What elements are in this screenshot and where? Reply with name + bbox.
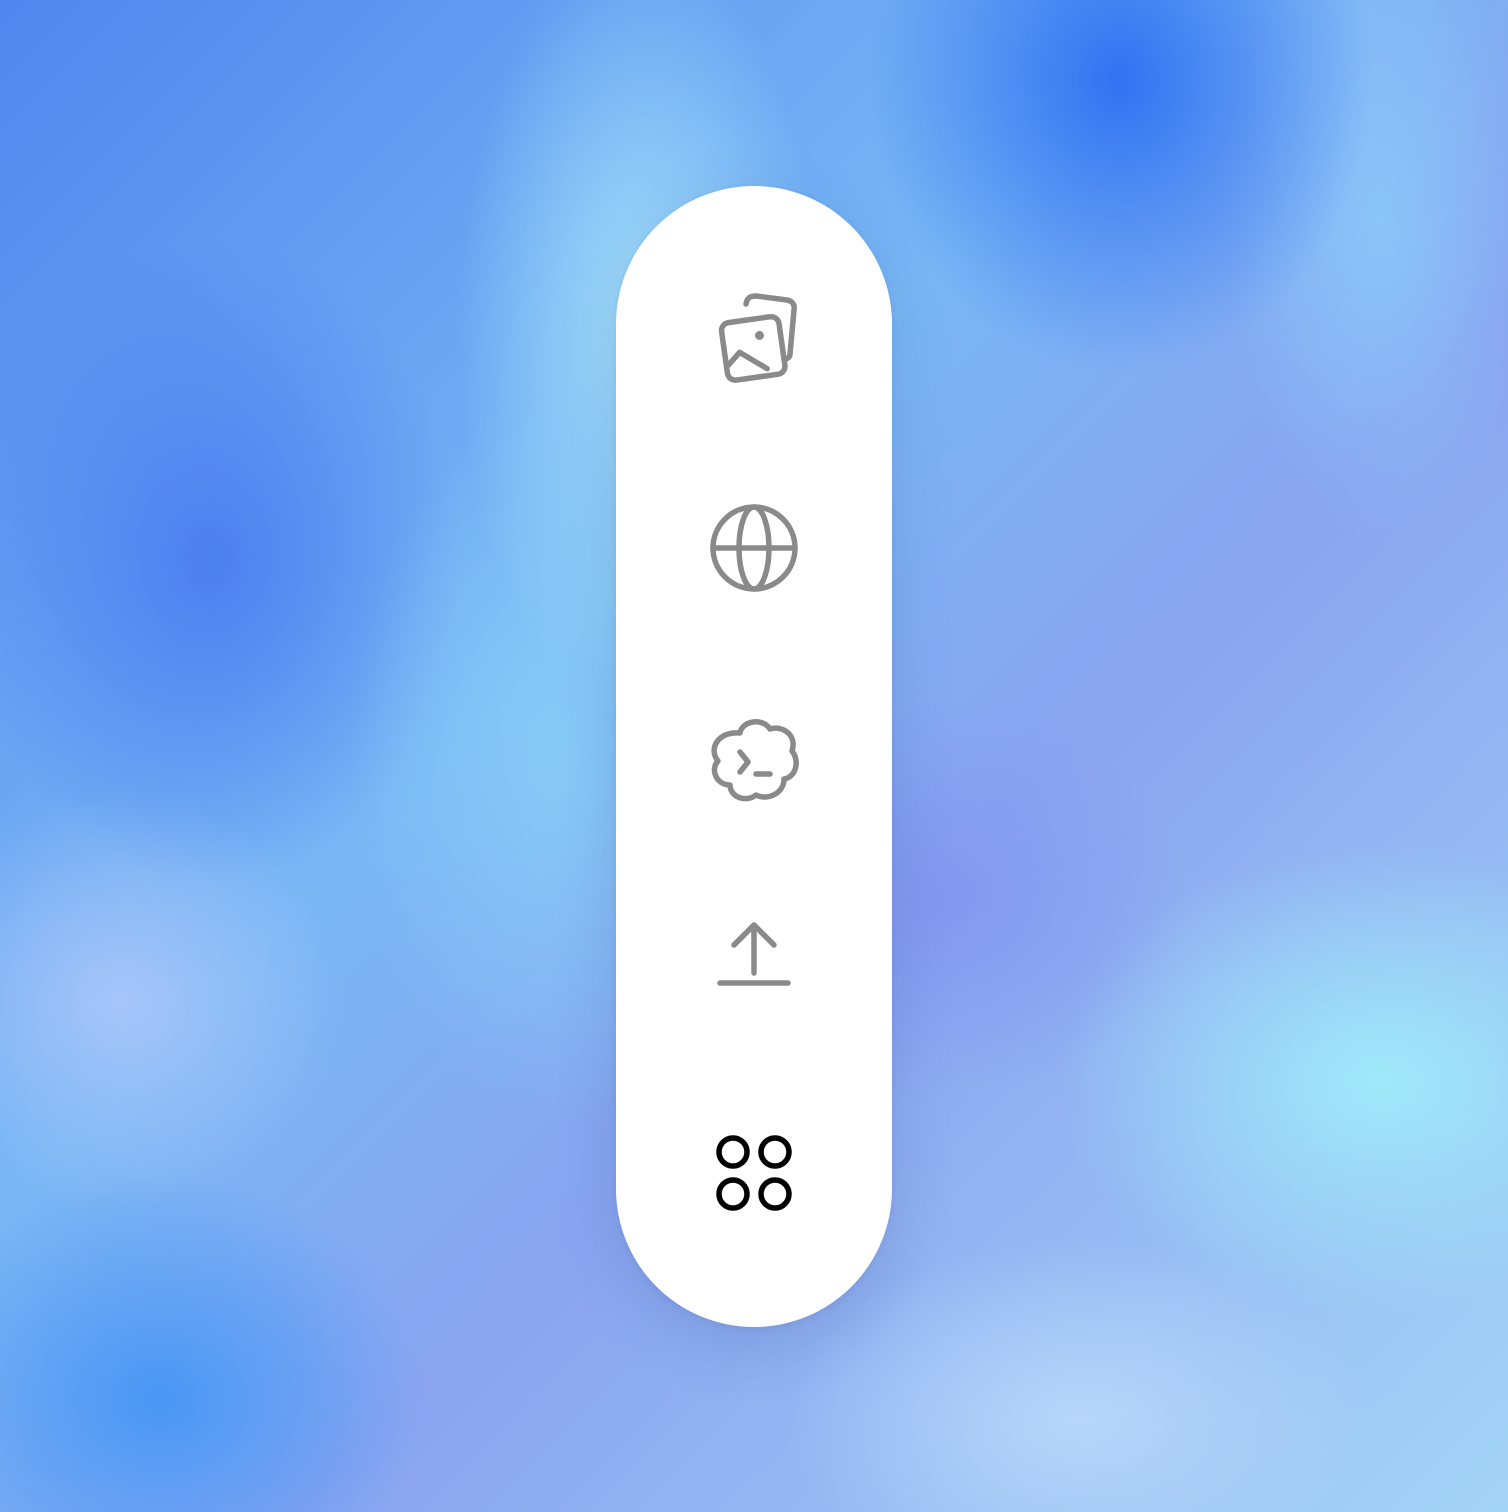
images-icon (718, 293, 797, 383)
upload-button[interactable] (704, 911, 804, 1011)
images-button[interactable] (704, 291, 804, 391)
apps-grid-icon (716, 1135, 792, 1211)
vertical-toolbar (616, 186, 892, 1327)
code-interpreter-button[interactable] (704, 709, 804, 809)
globe-icon (710, 504, 798, 592)
upload-icon (717, 922, 791, 986)
apps-button[interactable] (704, 1124, 804, 1224)
web-button[interactable] (704, 498, 804, 598)
cloud-terminal-icon (711, 719, 799, 802)
